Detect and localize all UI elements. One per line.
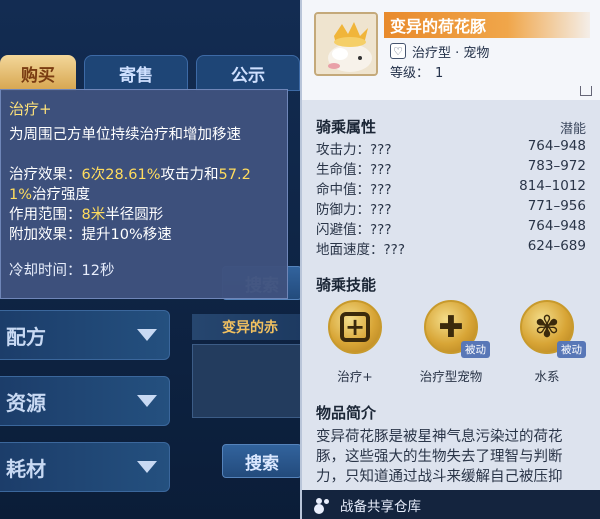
stat-label: 闪避值：??? (316, 222, 392, 238)
extra-prefix: 附加效果： (9, 227, 82, 243)
skill-cooldown: 冷却时间：12秒 (9, 263, 115, 279)
tab-consign[interactable]: 寄售 (84, 55, 188, 91)
stat-row: 攻击力：??? 764–948 (316, 138, 586, 158)
shared-storage-label: 战备共享仓库 (340, 498, 421, 515)
lotus-pig-icon (316, 14, 376, 74)
item-type: 治疗型 · 宠物 (412, 45, 490, 61)
menu-item-label: 配方 (6, 324, 46, 349)
stat-row: 生命值：??? 783–972 (316, 158, 586, 178)
stats-potential-header: 潜能 (559, 122, 586, 137)
extra-value: 提升10%移速 (81, 227, 172, 243)
effect-percent-heal: 57.2 (218, 167, 251, 183)
effect-percent-attack: 28.61% (105, 167, 161, 183)
chevron-down-icon (137, 329, 157, 341)
skill-title: 治疗+ (9, 100, 52, 118)
skill-pet-heal[interactable]: ✚ 被动 (424, 300, 490, 358)
item-type-row: ♡ 治疗型 · 宠物 (390, 42, 490, 61)
listing-card-title: 变异的赤 (192, 314, 302, 340)
stat-label: 命中值：??? (316, 182, 392, 198)
item-level: 等级： 1 (390, 62, 443, 81)
skill-icon-list: + ✚ 被动 ✾ 被动 治疗+ 治疗型宠物 水系 (302, 300, 600, 390)
menu-item-consumable[interactable]: 耗材 (0, 442, 170, 492)
effect-percent-heal-cont: 1% (9, 187, 33, 203)
skill-label: 治疗型宠物 (419, 369, 483, 384)
menu-item-label: 资源 (6, 390, 46, 415)
skill-water[interactable]: ✾ 被动 (520, 300, 586, 358)
skill-label: 治疗+ (337, 369, 373, 384)
stat-row: 防御力：??? 771–956 (316, 198, 586, 218)
range-value: 8米 (81, 207, 106, 223)
menu-item-label: 耗材 (6, 456, 46, 481)
stat-row: 地面速度：??? 624–689 (316, 238, 586, 258)
skill-range: 作用范围：8米半径圆形 (9, 205, 279, 225)
tab-buy[interactable]: 购买 (0, 55, 76, 91)
intro-title: 物品简介 (316, 404, 377, 422)
stat-value: 771–956 (527, 198, 586, 214)
stat-value: 624–689 (527, 238, 586, 254)
tab-notice[interactable]: 公示 (196, 55, 300, 91)
range-prefix: 作用范围： (9, 207, 82, 223)
search-button-2[interactable]: 搜索 (222, 444, 302, 478)
market-tabs: 购买 寄售 公示 (0, 55, 300, 91)
effect-prefix: 治疗效果： (9, 167, 82, 183)
stats-title: 骑乘属性 (316, 118, 377, 136)
stat-label: 攻击力：??? (316, 142, 392, 158)
paw-icon: ✾ (534, 309, 560, 345)
chevron-down-icon (137, 461, 157, 473)
skill-label: 水系 (534, 369, 560, 384)
passive-badge: 被动 (461, 341, 490, 358)
item-name: 变异的荷花豚 (384, 12, 590, 38)
stat-row: 命中值：??? 814–1012 (316, 178, 586, 198)
listing-card-image[interactable] (192, 344, 302, 418)
pet-heal-icon: ✚ (438, 309, 464, 345)
collapse-icon[interactable] (580, 86, 592, 96)
skill-tooltip: 治疗+ 为周围己方单位持续治疗和增加移速 治疗效果：6次28.61%攻击力和57… (0, 89, 288, 299)
passive-badge: 被动 (557, 341, 586, 358)
menu-item-recipe[interactable]: 配方 (0, 310, 170, 360)
stat-value: 764–948 (527, 218, 586, 234)
skill-effect: 治疗效果：6次28.61%攻击力和57.2 1%治疗强度 (9, 165, 279, 205)
effect-middle: 攻击力和 (160, 167, 219, 183)
level-value: 1 (435, 66, 444, 81)
intro-text: 变异荷花豚是被星神气息污染过的荷花豚，这些强大的生物失去了理智与判断力，只知道通… (316, 429, 563, 485)
skills-title: 骑乘技能 (316, 276, 377, 294)
shared-storage-bar[interactable]: 战备共享仓库 (302, 490, 600, 519)
heart-icon: ♡ (390, 43, 406, 59)
menu-item-resource[interactable]: 资源 (0, 376, 170, 426)
stat-row: 闪避值：??? 764–948 (316, 218, 586, 238)
stat-value: 764–948 (527, 138, 586, 154)
skill-description: 为周围己方单位持续治疗和增加移速 (9, 127, 241, 143)
item-portrait (314, 12, 378, 76)
item-body: 骑乘属性 潜能 攻击力：??? 764–948 生命值：??? 783–972 … (302, 100, 600, 490)
people-icon (314, 497, 332, 512)
effect-count: 6次 (81, 167, 106, 183)
skill-extra: 附加效果：提升10%移速 (9, 225, 279, 245)
item-header: 变异的荷花豚 ♡ 治疗型 · 宠物 等级： 1 (302, 0, 600, 100)
stat-label: 地面速度：??? (316, 242, 405, 258)
stat-label: 防御力：??? (316, 202, 392, 218)
skill-heal-plus[interactable]: + (328, 300, 382, 354)
heal-plus-icon: + (340, 312, 370, 342)
level-label: 等级： (390, 66, 430, 81)
chevron-down-icon (137, 395, 157, 407)
stat-value: 783–972 (527, 158, 586, 174)
stat-label: 生命值：??? (316, 162, 392, 178)
item-detail-panel: 变异的荷花豚 ♡ 治疗型 · 宠物 等级： 1 骑乘属性 潜能 攻击力：??? 7… (300, 0, 600, 519)
effect-suffix: 治疗强度 (32, 187, 91, 203)
stat-value: 814–1012 (519, 178, 586, 194)
range-suffix: 半径圆形 (105, 207, 164, 223)
